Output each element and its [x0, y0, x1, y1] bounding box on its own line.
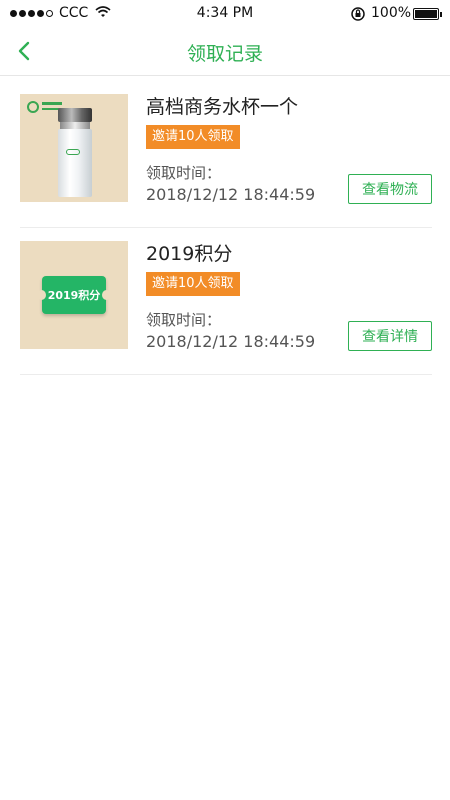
invite-badge: 邀请10人领取: [146, 272, 240, 296]
points-ticket: 2019积分: [37, 276, 111, 314]
list-item: 高档商务水杯一个 邀请10人领取 领取时间： 2018/12/12 18:44:…: [20, 77, 432, 228]
battery-percent: 100%: [371, 5, 412, 21]
rotation-lock-icon: [351, 7, 365, 21]
points-ticket-image: 2019积分: [20, 241, 128, 349]
item-title: 高档商务水杯一个: [146, 96, 299, 118]
claim-time: 2018/12/12 18:44:59: [146, 332, 316, 351]
item-title: 2019积分: [146, 243, 233, 265]
claim-time: 2018/12/12 18:44:59: [146, 185, 316, 204]
water-bottle-image: [20, 94, 128, 202]
invite-badge: 邀请10人领取: [146, 125, 240, 149]
nav-bar: 领取记录: [0, 28, 450, 76]
view-logistics-button[interactable]: 查看物流: [348, 174, 432, 204]
status-bar: CCC 4:34 PM 100%: [0, 0, 450, 28]
list-item: 2019积分 2019积分 邀请10人领取 领取时间： 2018/12/12 1…: [20, 224, 432, 375]
time-label: 领取时间：: [146, 164, 222, 182]
time-label: 领取时间：: [146, 311, 222, 329]
page-title: 领取记录: [186, 43, 263, 65]
view-details-button[interactable]: 查看详情: [348, 321, 432, 351]
battery-icon: [413, 8, 442, 20]
